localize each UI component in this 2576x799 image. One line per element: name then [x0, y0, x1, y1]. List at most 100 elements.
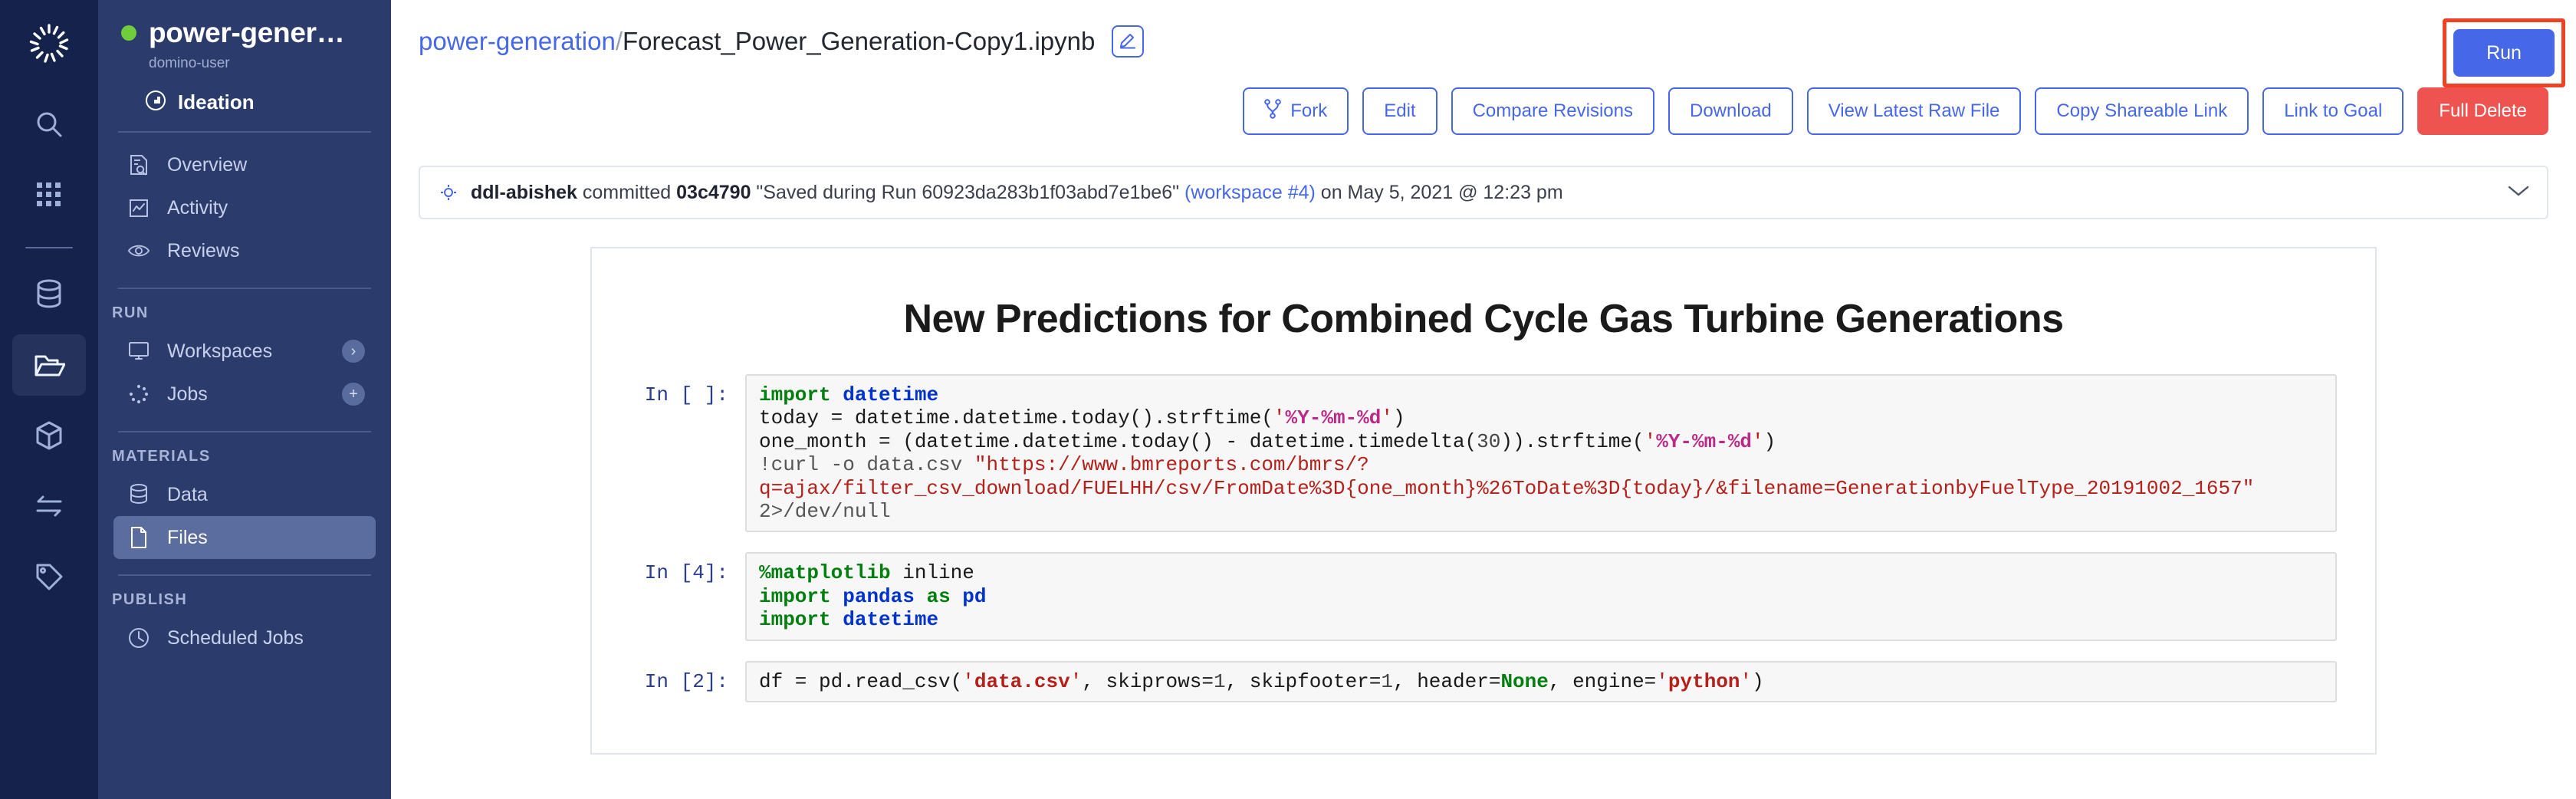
rail-item-data[interactable] [12, 264, 86, 325]
sidebar-item-scheduled-jobs[interactable]: Scheduled Jobs [113, 617, 376, 659]
tag-icon [34, 561, 64, 592]
cell-prompt: In [4]: [644, 561, 728, 585]
sidebar-item-jobs[interactable]: Jobs + [113, 373, 376, 416]
cell-source[interactable]: %matplotlib inline import pandas as pd i… [745, 552, 2337, 641]
workspaces-expand-badge[interactable]: › [342, 340, 365, 363]
jobs-add-badge[interactable]: + [342, 383, 365, 406]
clock-icon [127, 626, 150, 649]
commit-node-icon [437, 182, 460, 202]
download-button[interactable]: Download [1668, 87, 1793, 135]
overview-doc-search-icon [127, 153, 150, 176]
sidebar-item-activity[interactable]: Activity [113, 186, 376, 229]
breadcrumb-project-link[interactable]: power-generation [419, 27, 616, 56]
run-button[interactable]: Run [2453, 29, 2555, 77]
sidebar-item-label: Workspaces [167, 340, 273, 362]
project-name: power-gener… [149, 17, 345, 48]
sidebar-section-run-title: RUN [112, 304, 149, 321]
commit-timestamp: on May 5, 2021 @ 12:23 pm [1320, 181, 1563, 203]
sidebar-item-label: Reviews [167, 239, 240, 261]
file-action-toolbar: Fork Edit Compare Revisions Download Vie… [391, 83, 2576, 140]
rail-item-apps[interactable] [12, 164, 86, 225]
project-status-dot [121, 25, 136, 41]
project-stage[interactable]: Ideation [144, 89, 370, 116]
copy-shareable-link-button[interactable]: Copy Shareable Link [2035, 87, 2249, 135]
sidebar-section-publish: Scheduled Jobs [98, 617, 391, 659]
apps-grid-icon [34, 180, 64, 209]
rail-item-environments[interactable] [12, 405, 86, 466]
sidebar-item-label: Data [167, 483, 208, 505]
breadcrumb: power-generation / Forecast_Power_Genera… [419, 27, 1095, 56]
sidebar-section-materials-title: MATERIALS [112, 448, 211, 465]
sidebar-section-publish-title: PUBLISH [112, 591, 188, 608]
main-content: power-generation / Forecast_Power_Genera… [391, 0, 2576, 799]
sidebar-nav-primary: Overview Activity Reviews [98, 133, 391, 272]
breadcrumb-separator: / [615, 27, 623, 55]
sidebar-item-label: Overview [167, 153, 248, 176]
spinner-dots-icon [127, 383, 150, 406]
fork-branch-icon [1264, 98, 1282, 124]
commit-info-bar: ddl-abishek committed 03c4790 "Saved dur… [419, 166, 2548, 219]
fork-button[interactable]: Fork [1243, 87, 1349, 135]
commit-workspace-link[interactable]: (workspace #4) [1184, 182, 1316, 203]
compare-revisions-button[interactable]: Compare Revisions [1451, 87, 1654, 135]
cell-source[interactable]: import datetime today = datetime.datetim… [745, 374, 2337, 533]
eye-icon [127, 239, 150, 262]
rail-divider [25, 247, 73, 248]
sidebar-section-run: Workspaces › Jobs + [98, 330, 391, 416]
cube-icon [34, 419, 64, 452]
notebook-title: New Predictions for Combined Cycle Gas T… [903, 297, 2064, 341]
project-stage-label: Ideation [178, 90, 255, 113]
commit-message: "Saved during Run 60923da283b1f03abd7e1b… [756, 181, 1179, 203]
sidebar-item-label: Activity [167, 196, 228, 219]
sidebar-section-materials: Data Files [98, 473, 391, 559]
global-icon-rail [0, 0, 98, 799]
full-delete-button[interactable]: Full Delete [2417, 87, 2548, 135]
project-header: power-gener… domino-user Ideation [98, 17, 391, 116]
link-to-goal-button[interactable]: Link to Goal [2262, 87, 2404, 135]
rail-item-transfers[interactable] [12, 475, 86, 537]
transfer-arrows-icon [33, 492, 65, 521]
database-icon [127, 483, 150, 506]
run-button-highlight: Run [2443, 18, 2565, 87]
view-latest-raw-file-button[interactable]: View Latest Raw File [1806, 87, 2022, 135]
sidebar-item-label: Scheduled Jobs [167, 626, 304, 649]
cell-prompt: In [2]: [644, 669, 728, 693]
notebook-preview: New Predictions for Combined Cycle Gas T… [590, 247, 2377, 755]
sidebar-item-workspaces[interactable]: Workspaces › [113, 330, 376, 373]
notebook-cell[interactable]: In [2]: df = pd.read_csv('data.csv', ski… [630, 660, 2337, 703]
commit-author: ddl-abishek [471, 181, 577, 203]
monitor-icon [127, 340, 150, 363]
rail-item-projects[interactable] [12, 334, 86, 396]
project-owner: domino-user [149, 55, 230, 71]
file-header: power-generation / Forecast_Power_Genera… [391, 0, 2576, 87]
project-title-row[interactable]: power-gener… [121, 17, 370, 49]
project-sidebar: power-gener… domino-user Ideation Overvi… [98, 0, 391, 799]
chevron-down-icon[interactable] [2492, 184, 2530, 202]
sidebar-item-data[interactable]: Data [113, 473, 376, 516]
rail-item-tags[interactable] [12, 546, 86, 607]
sidebar-item-label: Jobs [167, 383, 208, 405]
folder-open-icon [33, 350, 65, 380]
sidebar-item-files[interactable]: Files [113, 516, 376, 559]
search-icon [33, 108, 65, 140]
commit-verb: committed [582, 181, 672, 203]
fork-button-label: Fork [1290, 100, 1328, 121]
notebook-cell[interactable]: In [4]: %matplotlib inline import pandas… [630, 552, 2337, 641]
domino-logo-icon[interactable] [25, 20, 73, 67]
commit-hash: 03c4790 [676, 181, 751, 203]
sidebar-item-reviews[interactable]: Reviews [113, 229, 376, 272]
pencil-edit-icon [1119, 31, 1137, 53]
edit-file-name-button[interactable] [1112, 25, 1145, 58]
commit-text: ddl-abishek committed 03c4790 "Saved dur… [471, 182, 1563, 204]
cell-prompt: In [ ]: [644, 383, 728, 406]
edit-button[interactable]: Edit [1362, 87, 1438, 135]
stage-ideation-icon [144, 89, 167, 116]
file-icon [127, 526, 150, 549]
sidebar-item-label: Files [167, 526, 208, 548]
activity-chart-icon [127, 196, 150, 219]
cell-source[interactable]: df = pd.read_csv('data.csv', skiprows=1,… [745, 660, 2337, 703]
notebook-cell[interactable]: In [ ]: import datetime today = datetime… [630, 374, 2337, 533]
rail-item-search[interactable] [12, 94, 86, 155]
database-icon [34, 278, 64, 311]
sidebar-item-overview[interactable]: Overview [113, 143, 376, 186]
